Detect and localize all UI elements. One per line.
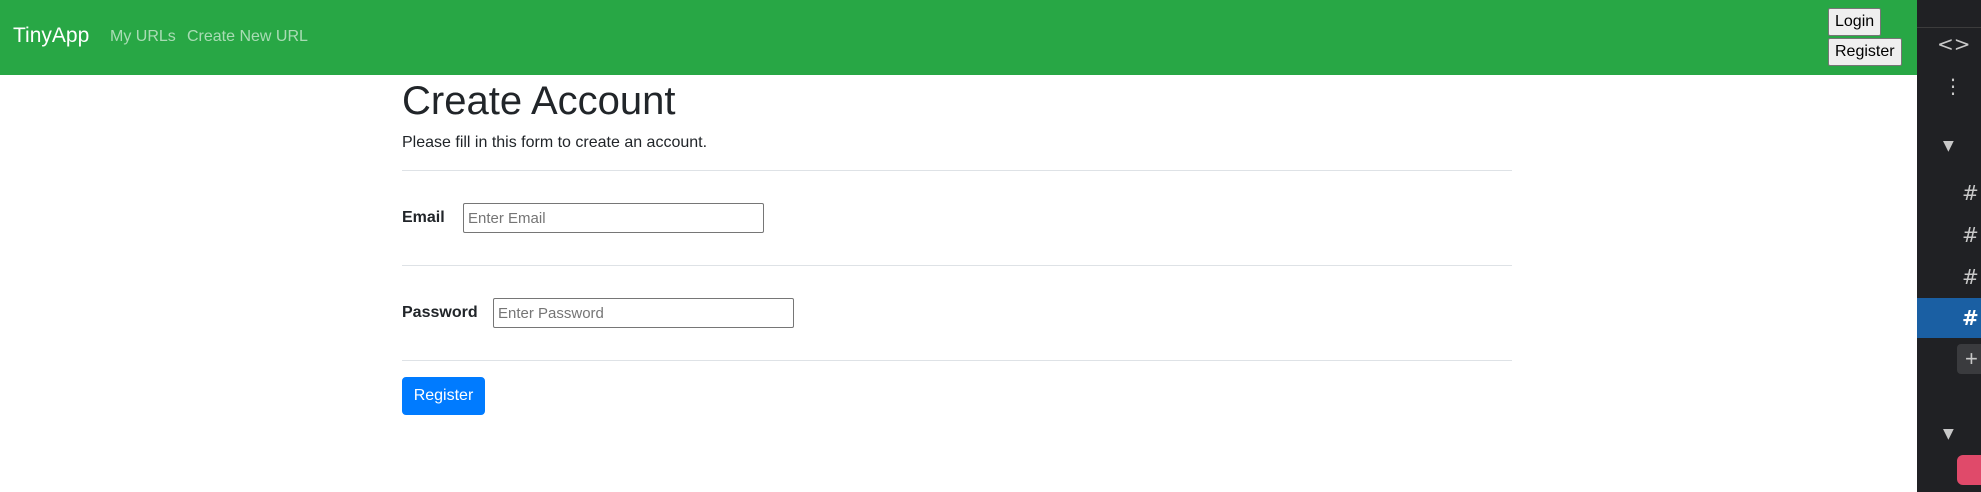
divider <box>402 360 1512 361</box>
code-icon[interactable]: <> <box>1917 24 1981 64</box>
more-vert-icon[interactable]: ⋮ <box>1917 66 1981 106</box>
app-icon[interactable] <box>1957 455 1981 485</box>
password-field[interactable] <box>493 298 794 328</box>
nav-link-create-new-url[interactable]: Create New URL <box>187 28 308 46</box>
brand-link[interactable]: TinyApp <box>13 24 89 48</box>
hash-icon[interactable]: # <box>1917 215 1981 255</box>
register-submit-button[interactable]: Register <box>402 377 485 415</box>
page-subtitle: Please fill in this form to create an ac… <box>402 134 708 151</box>
email-field[interactable] <box>463 203 764 233</box>
divider <box>402 265 1512 266</box>
side-panel: <> ⋮ ▼ # # # # + ▼ <box>1917 0 1981 492</box>
page-title: Create Account <box>402 79 676 123</box>
browser-viewport: TinyApp My URLs Create New URL Login Reg… <box>0 0 1917 492</box>
navbar: TinyApp My URLs Create New URL Login Reg… <box>0 0 1917 75</box>
side-panel-header <box>1917 0 1981 20</box>
hash-icon[interactable]: # <box>1917 173 1981 213</box>
add-icon[interactable]: + <box>1957 344 1981 374</box>
email-label: Email <box>402 209 445 226</box>
login-button[interactable]: Login <box>1828 8 1882 36</box>
chevron-down-icon[interactable]: ▼ <box>1917 126 1981 166</box>
password-label: Password <box>402 304 478 321</box>
hash-icon[interactable]: # <box>1917 298 1981 338</box>
hash-icon[interactable]: # <box>1917 257 1981 297</box>
divider <box>402 170 1512 171</box>
nav-link-my-urls[interactable]: My URLs <box>110 28 176 46</box>
chevron-down-icon[interactable]: ▼ <box>1917 414 1981 454</box>
register-nav-button[interactable]: Register <box>1828 38 1902 66</box>
